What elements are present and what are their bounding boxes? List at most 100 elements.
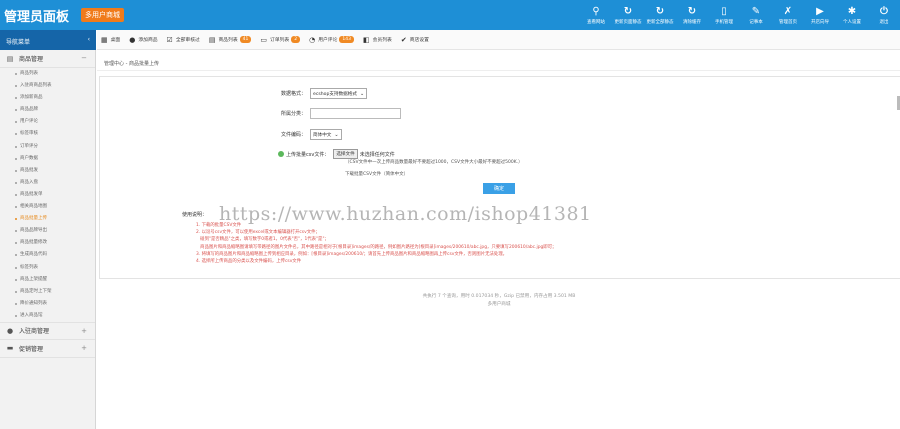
data-format-value: ecshop支持数据格式 <box>313 91 357 97</box>
toolbar-item[interactable]: ✔ 商店设置 <box>401 36 429 44</box>
toolbar-item[interactable]: ▭ 订单列表 2 <box>260 36 301 44</box>
header-nav-gear-8[interactable]: ✱ 个人设置 <box>836 0 868 30</box>
sidebar-heading[interactable]: 导航菜单 ‹ <box>0 30 96 50</box>
sidebar-item[interactable]: 标签审核 <box>0 128 95 140</box>
sidebar-group-label: 促销管理 <box>19 345 44 353</box>
sidebar-item[interactable]: 商品批发 <box>0 165 95 177</box>
header-nav-label: 清除缓存 <box>683 19 701 25</box>
data-format-select[interactable]: ecshop支持数据格式 ⌄ <box>310 88 368 99</box>
check-circle-icon <box>278 151 284 157</box>
refresh-icon: ↻ <box>623 5 633 17</box>
help-line: 1. 下载的批量CSV文件 <box>196 223 242 228</box>
submit-button[interactable]: 确定 <box>483 183 515 194</box>
toolbar-item[interactable]: ● 添加商品 <box>129 36 157 44</box>
quick-toolbar: ▦ 桌面 ● 添加商品 ☑ 全部审核过 ▤ 商品列表 41 ▭ 订单列表 2 ◔ 用户评论 143 ◧ 会员列表… <box>97 30 900 50</box>
sidebar-item[interactable]: 添加新商品 <box>0 92 95 104</box>
collapse-toggle-icon[interactable]: − <box>81 54 87 62</box>
upload-row: 上传批量csv文件： 选择文件 未选择任何文件 <box>278 149 395 159</box>
encoding-select[interactable]: 简体中文 ⌄ <box>310 129 342 140</box>
sidebar-item[interactable]: 用户评论 <box>0 116 95 128</box>
app-title: 管理员面板 <box>4 10 70 25</box>
expand-toggle-icon[interactable]: + <box>81 344 87 352</box>
category-input[interactable] <box>310 108 401 119</box>
help-title: 使用说明： <box>182 212 208 218</box>
category-row: 所属分类： <box>256 108 401 119</box>
help-line: 3. 将填写的商品图片和商品缩略图上传到相应目录，例如：[根目录]images/… <box>196 251 508 257</box>
header-nav-refresh-3[interactable]: ↻ 清除缓存 <box>676 0 708 30</box>
sidebar-item[interactable]: 商品上架提醒 <box>0 274 95 286</box>
plus-circle-icon: ● <box>129 35 136 44</box>
sidebar-item[interactable]: 商品列表 <box>0 68 95 80</box>
header-nav-wrench-6[interactable]: ✗ 管理首页 <box>772 0 804 30</box>
sidebar-group-promotions[interactable]: ▬ 促销管理 + <box>0 340 95 358</box>
sidebar-group-merchants[interactable]: ● 入驻商管理 + <box>0 321 95 340</box>
encoding-value: 简体中文 <box>313 132 332 138</box>
toolbar-item-label: 桌面 <box>110 38 121 43</box>
header-nav: ⚲ 查看网站 ↻ 更新页面静态 ↻ 更新全部静态 ↻ 清除缓存 ▯ 手机管理 ✎ 记事本 ✗ 管理首页 ▶ 开… <box>580 0 900 30</box>
header-nav-notebook-5[interactable]: ✎ 记事本 <box>740 0 772 30</box>
toolbar-item-label: 全部审核过 <box>175 38 200 43</box>
header-nav-label: 退出 <box>879 19 889 25</box>
toolbar-item[interactable]: ▦ 桌面 <box>101 36 120 44</box>
help-line: 碰到"是否精品"之类，填写数字0或者1，0代表"否"，1代表"是"； <box>196 237 329 243</box>
header-nav-label: 更新全部静态 <box>646 19 674 25</box>
toolbar-item[interactable]: ◧ 会员列表 <box>363 36 392 44</box>
toolbar-item-label: 商店设置 <box>409 38 429 43</box>
toolbar-item[interactable]: ▤ 商品列表 41 <box>209 36 252 44</box>
header-nav-play-7[interactable]: ▶ 开店向导 <box>804 0 836 30</box>
toolbar-item[interactable]: ☑ 全部审核过 <box>167 36 200 44</box>
list-icon: ▤ <box>208 35 216 44</box>
header-nav-label: 记事本 <box>749 19 763 25</box>
upload-label: 上传批量csv文件： <box>286 151 330 158</box>
merchant-icon: ● <box>6 326 14 335</box>
play-icon: ▶ <box>816 5 824 17</box>
sidebar-item[interactable]: 订单评分 <box>0 141 95 153</box>
expand-toggle-icon[interactable]: + <box>81 327 87 335</box>
toolbar-item-label: 订单列表 <box>270 38 290 43</box>
sidebar-item[interactable]: 商品品牌导出 <box>0 225 95 237</box>
header-nav-refresh-1[interactable]: ↻ 更新页面静态 <box>612 0 644 30</box>
help-line: 商品图片和商品缩略图请填写带路径的图片文件名，其中路径是相对于[根目录]imag… <box>196 244 557 250</box>
file-status: 未选择任何文件 <box>359 151 395 158</box>
chevron-down-icon: ⌄ <box>334 131 339 138</box>
sidebar-item[interactable]: 进入商品馆 <box>0 310 95 322</box>
notebook-icon: ✎ <box>751 5 761 17</box>
sidebar-item[interactable]: 生成商品代码 <box>0 249 95 261</box>
sidebar-item[interactable]: 相关商品地图 <box>0 201 95 213</box>
data-format-label: 数据格式： <box>280 91 306 97</box>
search-icon: ⚲ <box>592 5 600 17</box>
member-icon: ◧ <box>363 35 370 44</box>
refresh-icon: ↻ <box>655 5 665 17</box>
sidebar-item[interactable]: 商品批发单 <box>0 189 95 201</box>
header-nav-power-9[interactable]: ⏻ 退出 <box>868 0 900 30</box>
goods-submenu: 商品列表 入驻商商品列表 添加新商品 商品品牌 用户评论 标签审核 订单评分 商户数据 商品批发… <box>0 68 95 322</box>
collapse-arrow-icon[interactable]: ‹ <box>88 36 90 43</box>
header-nav-phone-4[interactable]: ▯ 手机管理 <box>708 0 740 30</box>
sidebar-item[interactable]: 商品品牌 <box>0 104 95 116</box>
toolbar-item[interactable]: ◔ 用户评论 143 <box>309 36 354 44</box>
toolbar-item-label: 添加商品 <box>138 38 158 43</box>
top-header: 管理员面板 多用户商城 ⚲ 查看网站 ↻ 更新页面静态 ↻ 更新全部静态 ↻ 清除缓存 ▯ 手机管… <box>0 0 900 30</box>
sidebar-group-goods[interactable]: ▤ 商品管理 − <box>0 50 95 68</box>
sidebar-item[interactable]: 商品批量修改 <box>0 237 95 249</box>
help-line: 2. 以逗号csv文件，可以使用excel或文本编辑器打开csv文件； <box>196 230 320 236</box>
toolbar-item-label: 商品列表 <box>218 38 238 43</box>
header-nav-label: 开店向导 <box>811 19 829 25</box>
sidebar-item[interactable]: 商品入盘 <box>0 177 95 189</box>
header-nav-refresh-2[interactable]: ↻ 更新全部静态 <box>644 0 676 30</box>
divider <box>97 70 900 71</box>
edition-badge: 多用户商城 <box>81 8 124 22</box>
refresh-icon: ↻ <box>687 5 697 17</box>
sidebar-item[interactable]: 入驻商商品列表 <box>0 80 95 92</box>
grid-icon: ▦ <box>101 35 108 44</box>
header-nav-search-0[interactable]: ⚲ 查看网站 <box>580 0 612 30</box>
settings-icon: ✔ <box>400 35 407 44</box>
header-nav-label: 查看网站 <box>587 19 605 25</box>
download-link[interactable]: 下载批量CSV文件（简体中文） <box>345 171 408 177</box>
choose-file-button[interactable]: 选择文件 <box>333 149 358 159</box>
sidebar-item[interactable]: 商品批量上传 <box>0 213 95 225</box>
sidebar-item[interactable]: 商户数据 <box>0 153 95 165</box>
category-label: 所属分类： <box>280 111 306 117</box>
sidebar-group-label: 入驻商管理 <box>19 328 50 336</box>
sidebar-item[interactable]: 标签列表 <box>0 262 95 274</box>
